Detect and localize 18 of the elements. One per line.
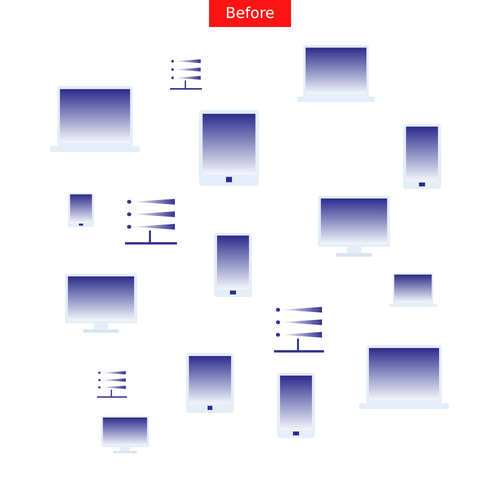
laptop-icon	[297, 45, 375, 102]
before-label: Before	[209, 0, 291, 27]
monitor-icon	[318, 196, 390, 258]
tablet-icon	[199, 110, 259, 186]
phone-icon	[277, 373, 315, 438]
server-icon	[274, 305, 324, 353]
laptop-icon	[359, 345, 449, 409]
tablet-icon	[186, 353, 234, 413]
server-icon	[170, 58, 202, 90]
phone-icon	[403, 124, 441, 189]
server-icon	[97, 370, 127, 398]
phone-icon	[214, 233, 252, 297]
laptop-icon	[50, 86, 140, 152]
monitor-icon	[101, 416, 149, 454]
laptop-icon	[389, 273, 437, 307]
phone-icon	[68, 193, 94, 227]
server-icon	[125, 197, 177, 245]
monitor-icon	[65, 274, 137, 334]
